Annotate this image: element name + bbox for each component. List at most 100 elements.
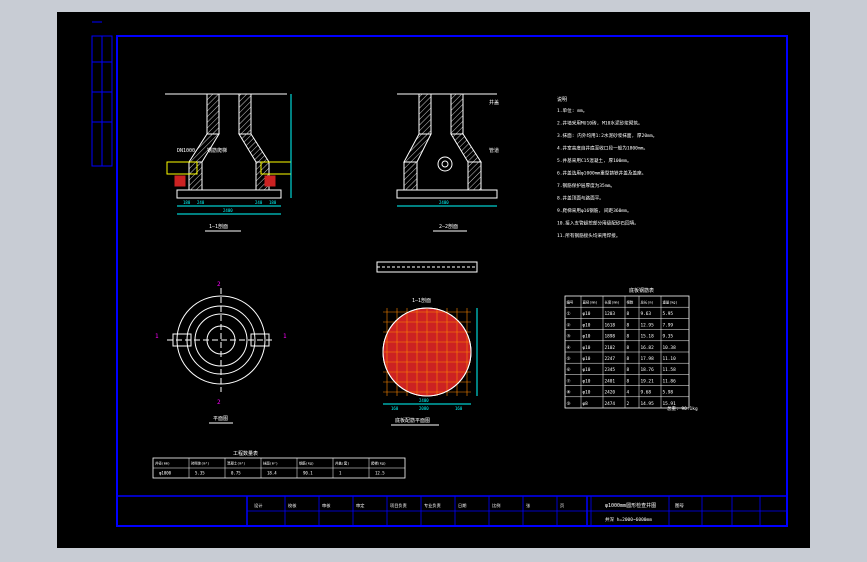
title-block-label: 审定 [356, 502, 364, 509]
rebar-table-cell: ⑨ [567, 402, 571, 407]
rebar-table-cell: ⑥ [567, 368, 571, 373]
qty-table-header: 井径(mm) [155, 461, 170, 466]
rebar-table-cell: 8 [627, 345, 630, 351]
drawing-title: φ1000mm圆形检查井图 [605, 502, 656, 509]
rebar-table-cell: 11.86 [663, 378, 677, 384]
rebar-table-cell: 1203 [605, 311, 616, 317]
section-1-1 [165, 93, 292, 215]
rebar-table-cell: 4 [627, 390, 630, 396]
dim-a-2: 2400 [223, 208, 233, 213]
rebar-table-cell: 11.10 [663, 356, 677, 362]
rebar-table-cell: φ10 [583, 334, 591, 340]
rebar-table-cell: φ10 [583, 311, 591, 317]
title-block-label: 页 [560, 503, 564, 509]
title-block-label: 校核 [288, 502, 297, 509]
note-item: 2.井墙采用MU10砖, M10水泥砂浆砌筑。 [557, 120, 643, 127]
pipe-support-right [264, 175, 276, 187]
rebar-table-cell: 8 [627, 367, 630, 373]
rebar-table-cell: 12.95 [641, 322, 655, 328]
rebar-table-cell: 17.98 [641, 356, 655, 362]
drawing-number-label: 图号 [675, 503, 684, 509]
rebar-table-cell: 18.76 [641, 367, 655, 373]
title-block [117, 495, 787, 526]
rebar-table-cell: 1898 [605, 334, 616, 340]
title-block-label: 专业负责 [424, 502, 441, 509]
rebar-table: 底板钢筋表 总重: 90.1kg 编号 直径(mm) 长度(mm) 根数 总长(m) 重量… [564, 287, 698, 412]
rebar-table-cell: 8 [627, 356, 630, 362]
rebar-table-cell: ⑧ [567, 391, 571, 396]
rebar-table-header: 总长(m) [641, 300, 654, 305]
rebar-table-cell: 8 [627, 334, 630, 340]
rebar-table-cell: 11.58 [663, 367, 677, 373]
section-b-title: 2—2剖面 [439, 223, 458, 230]
rebar-table-cell: 15.91 [663, 401, 677, 407]
cone-wall-right [450, 133, 482, 163]
base-slab [176, 189, 282, 199]
rebar-table-cell: 14.95 [641, 401, 655, 407]
qty-table-header: 井盖(套) [335, 461, 349, 466]
rebar-table-cell: ④ [567, 346, 571, 351]
cad-viewport[interactable]: DN1000 钢筋爬梯 180 240 2400 240 180 1—1剖面 井… [57, 12, 810, 548]
pipe-opening-inner [441, 160, 449, 168]
rebar-table-cell: 9.68 [641, 390, 652, 396]
cone-wall-left [403, 133, 432, 163]
rebar-dim-3: 160 [455, 406, 463, 411]
rebar-table-cell: 15.18 [641, 334, 655, 340]
cone-wall-right [238, 133, 270, 163]
rebar-table-cell: ⑤ [567, 357, 571, 362]
qty-table-cell: 5.35 [195, 471, 205, 476]
plan-mark-0: 1 [155, 333, 159, 340]
title-block-label: 比例 [492, 502, 500, 509]
rebar-plan-title: 底板配筋平面图 [395, 417, 430, 424]
qty-table-header: 抹面(m²) [263, 461, 278, 466]
dim-a-0: 180 [183, 200, 191, 205]
rebar-table-cell: 2345 [605, 367, 616, 373]
title-block-label: 项目负责 [390, 502, 407, 509]
qty-table-cell: 18.4 [267, 471, 277, 476]
rebar-dim-1: 160 [391, 406, 399, 411]
rebar-table-header: 根数 [627, 300, 634, 305]
qty-table-cell: φ1000 [159, 471, 172, 476]
qty-table-cell: 1 [339, 471, 342, 476]
rebar-section-title: 1—1剖面 [412, 297, 431, 304]
rebar-table-cell: φ10 [583, 356, 591, 362]
rebar-table-cell: 2102 [605, 345, 616, 351]
rebar-table-title: 底板钢筋表 [629, 287, 654, 294]
note-item: 6.井盖选用φ1000mm重型铸铁井盖及盖座。 [557, 170, 646, 177]
note-item: 5.井基采用C15混凝土, 厚100mm。 [557, 157, 632, 164]
rebar-table-header: 重量(kg) [663, 300, 678, 305]
title-block-label: 张 [526, 502, 531, 509]
rebar-table-cell: 2474 [605, 401, 616, 407]
rebar-table-cell: ① [567, 312, 571, 317]
base-slab [396, 189, 498, 199]
rebar-table-cell: φ10 [583, 322, 591, 328]
title-block-label: 审核 [322, 502, 331, 509]
dim-a-3: 240 [255, 200, 263, 205]
rebar-table-cell: ③ [567, 335, 571, 340]
rebar-table-cell: φ10 [583, 367, 591, 373]
notes-heading: 说明 [557, 96, 567, 103]
drawing-subtitle: 井深 h=2000~6000mm [605, 516, 652, 523]
rebar-table-header: 编号 [567, 300, 574, 305]
title-block-label: 设计 [254, 502, 262, 509]
neck-wall-right [450, 93, 464, 135]
note-item: 8.井盖顶面与路面平。 [557, 195, 604, 202]
rebar-table-cell: 5.98 [663, 390, 674, 396]
plan-mark-3: 2 [217, 399, 221, 406]
rebar-table-cell: 19.21 [641, 378, 655, 384]
qty-table-cell: 12.5 [375, 471, 385, 476]
rebar-table-cell: ② [567, 323, 571, 328]
rebar-dim-0: 2400 [419, 398, 429, 403]
chamber-wall-right [467, 161, 482, 191]
rebar-table-header: 长度(mm) [605, 300, 620, 305]
rebar-table-cell: 5.95 [663, 311, 674, 317]
neck-wall-right [238, 93, 252, 135]
rebar-dim-2: 2080 [419, 406, 429, 411]
qty-table-header: 钢筋(kg) [299, 461, 314, 466]
label-pipe-a: DN1000 [177, 148, 195, 154]
rebar-table-cell: 2 [627, 401, 630, 407]
rebar-table-cell: 1618 [605, 322, 616, 328]
title-block-label: 日期 [458, 503, 466, 509]
neck-wall-left [206, 93, 220, 135]
rebar-table-cell: φ10 [583, 390, 591, 396]
